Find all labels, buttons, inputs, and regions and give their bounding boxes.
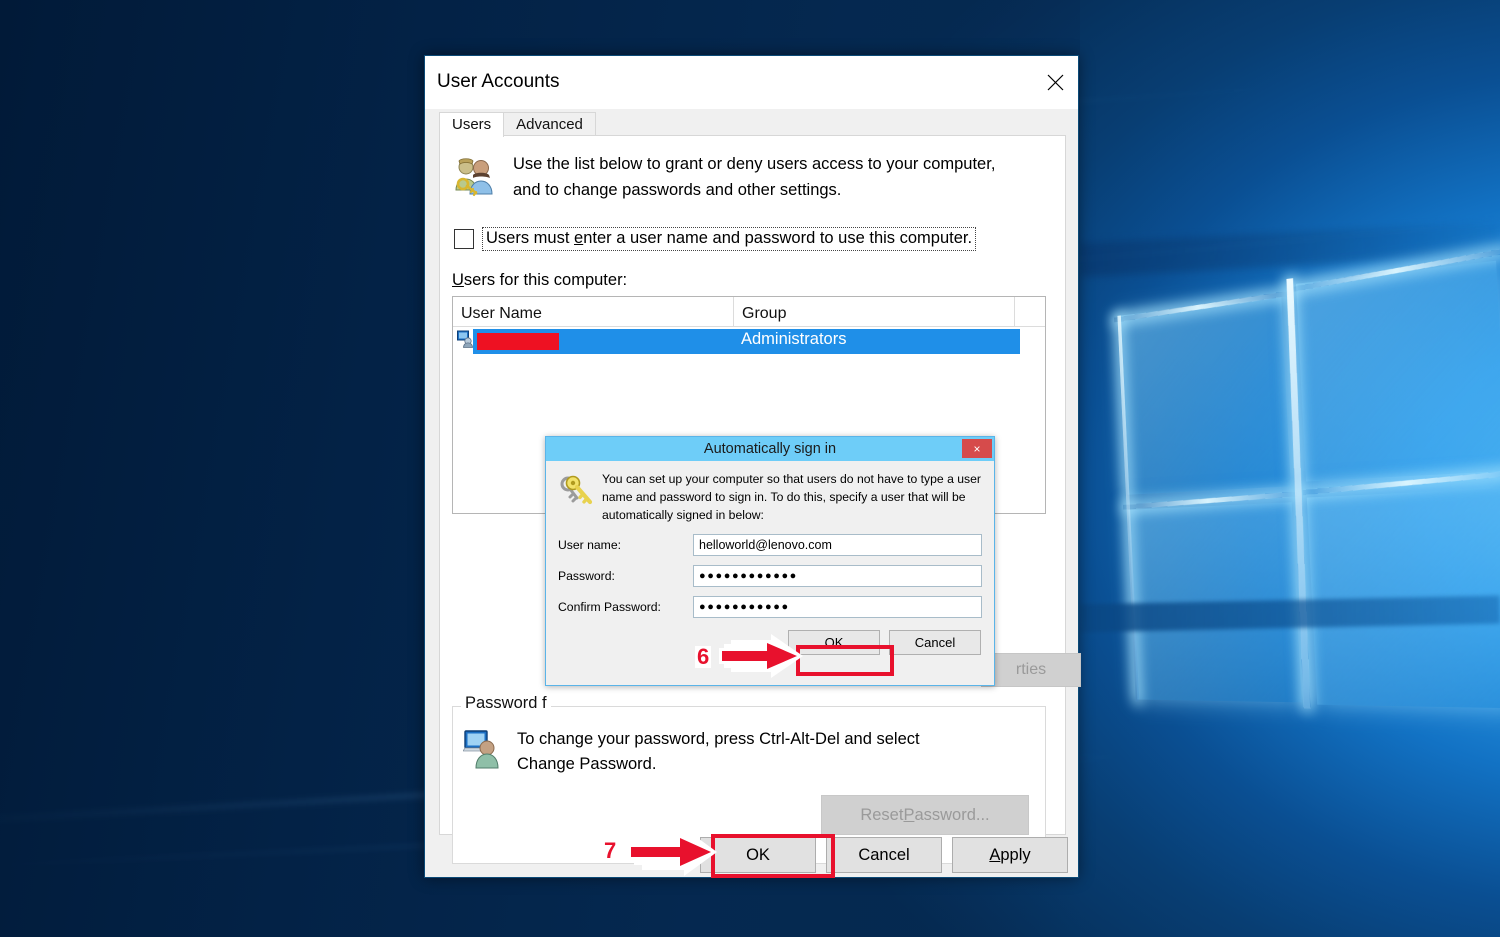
checkbox-label-pre: Users must xyxy=(486,229,574,247)
require-password-label[interactable]: Users must enter a user name and passwor… xyxy=(482,227,976,251)
tab-strip: Users Advanced xyxy=(425,109,1078,136)
column-header-user-name[interactable]: User Name xyxy=(453,297,734,326)
reset-label-accel: P xyxy=(903,806,914,825)
info-line-2: and to change passwords and other settin… xyxy=(513,178,995,204)
username-row: User name: helloworld@lenovo.com xyxy=(558,534,982,556)
dialog-cancel-button[interactable]: Cancel xyxy=(889,630,981,655)
info-banner: Use the list below to grant or deny user… xyxy=(440,136,1065,203)
info-line-1: Use the list below to grant or deny user… xyxy=(513,152,995,178)
password-row: Password: ●●●●●●●●●●●● xyxy=(558,565,982,587)
password-input[interactable]: ●●●●●●●●●●●● xyxy=(693,565,982,587)
window-cancel-button[interactable]: Cancel xyxy=(826,837,942,873)
properties-button[interactable]: rties xyxy=(981,653,1081,687)
redacted-user-name xyxy=(477,333,559,350)
reset-password-button[interactable]: Reset Password... xyxy=(821,795,1029,835)
windows-logo-wallpaper xyxy=(1093,209,1500,722)
annotation-number-7: 7 xyxy=(602,840,618,862)
column-header-group[interactable]: Group xyxy=(734,297,1015,326)
close-icon[interactable] xyxy=(1032,56,1078,108)
apply-accel: A xyxy=(989,846,1000,865)
checkbox-label-post: nter a user name and password to use thi… xyxy=(583,229,972,247)
annotation-arrow-7 xyxy=(628,828,718,876)
dialog-title: Automatically sign in xyxy=(704,441,836,457)
users-label-rest: sers for this computer: xyxy=(464,271,627,289)
username-input[interactable]: helloworld@lenovo.com xyxy=(693,534,982,556)
annotation-arrow-6 xyxy=(719,634,804,678)
checkbox-label-accel: e xyxy=(574,229,583,247)
annotation-number-6: 6 xyxy=(695,646,711,668)
apply-label-post: pply xyxy=(1000,846,1030,865)
password-line-1: To change your password, press Ctrl-Alt-… xyxy=(517,727,920,752)
users-key-icon xyxy=(452,152,504,203)
password-line-2: Change Password. xyxy=(517,752,920,777)
confirm-password-input[interactable]: ●●●●●●●●●●● xyxy=(693,596,982,618)
column-header-spacer xyxy=(1015,297,1045,326)
users-label-accel: U xyxy=(452,271,464,289)
desktop: User Accounts Users Advanced xyxy=(0,0,1500,937)
tab-advanced[interactable]: Advanced xyxy=(503,112,596,137)
window-title: User Accounts xyxy=(437,71,560,93)
users-list-label: Users for this computer: xyxy=(452,271,1065,290)
confirm-password-label: Confirm Password: xyxy=(558,600,693,614)
require-password-checkbox[interactable] xyxy=(454,229,474,249)
password-group-text: To change your password, press Ctrl-Alt-… xyxy=(511,727,920,777)
listview-header: User Name Group xyxy=(453,297,1045,327)
user-account-icon xyxy=(457,330,475,348)
dialog-close-icon[interactable]: × xyxy=(962,439,992,458)
confirm-password-row: Confirm Password: ●●●●●●●●●●● xyxy=(558,596,982,618)
cell-group: Administrators xyxy=(741,330,846,349)
window-button-bar: OK Cancel Apply xyxy=(425,833,1078,877)
dialog-titlebar: Automatically sign in × xyxy=(546,437,994,461)
window-apply-button[interactable]: Apply xyxy=(952,837,1068,873)
info-text: Use the list below to grant or deny user… xyxy=(504,152,995,203)
keys-icon xyxy=(558,471,602,525)
username-label: User name: xyxy=(558,538,693,552)
dialog-description: You can set up your computer so that use… xyxy=(602,471,982,525)
reset-label-pre: Reset xyxy=(860,806,903,825)
window-titlebar: User Accounts xyxy=(425,56,1078,109)
password-label: Password: xyxy=(558,569,693,583)
tab-users[interactable]: Users xyxy=(439,112,504,137)
user-monitor-icon xyxy=(463,727,511,777)
reset-label-post: assword... xyxy=(914,806,989,825)
require-password-checkbox-row[interactable]: Users must enter a user name and passwor… xyxy=(454,227,1006,251)
password-group-legend: Password f xyxy=(461,694,551,713)
dialog-body: You can set up your computer so that use… xyxy=(546,461,994,655)
